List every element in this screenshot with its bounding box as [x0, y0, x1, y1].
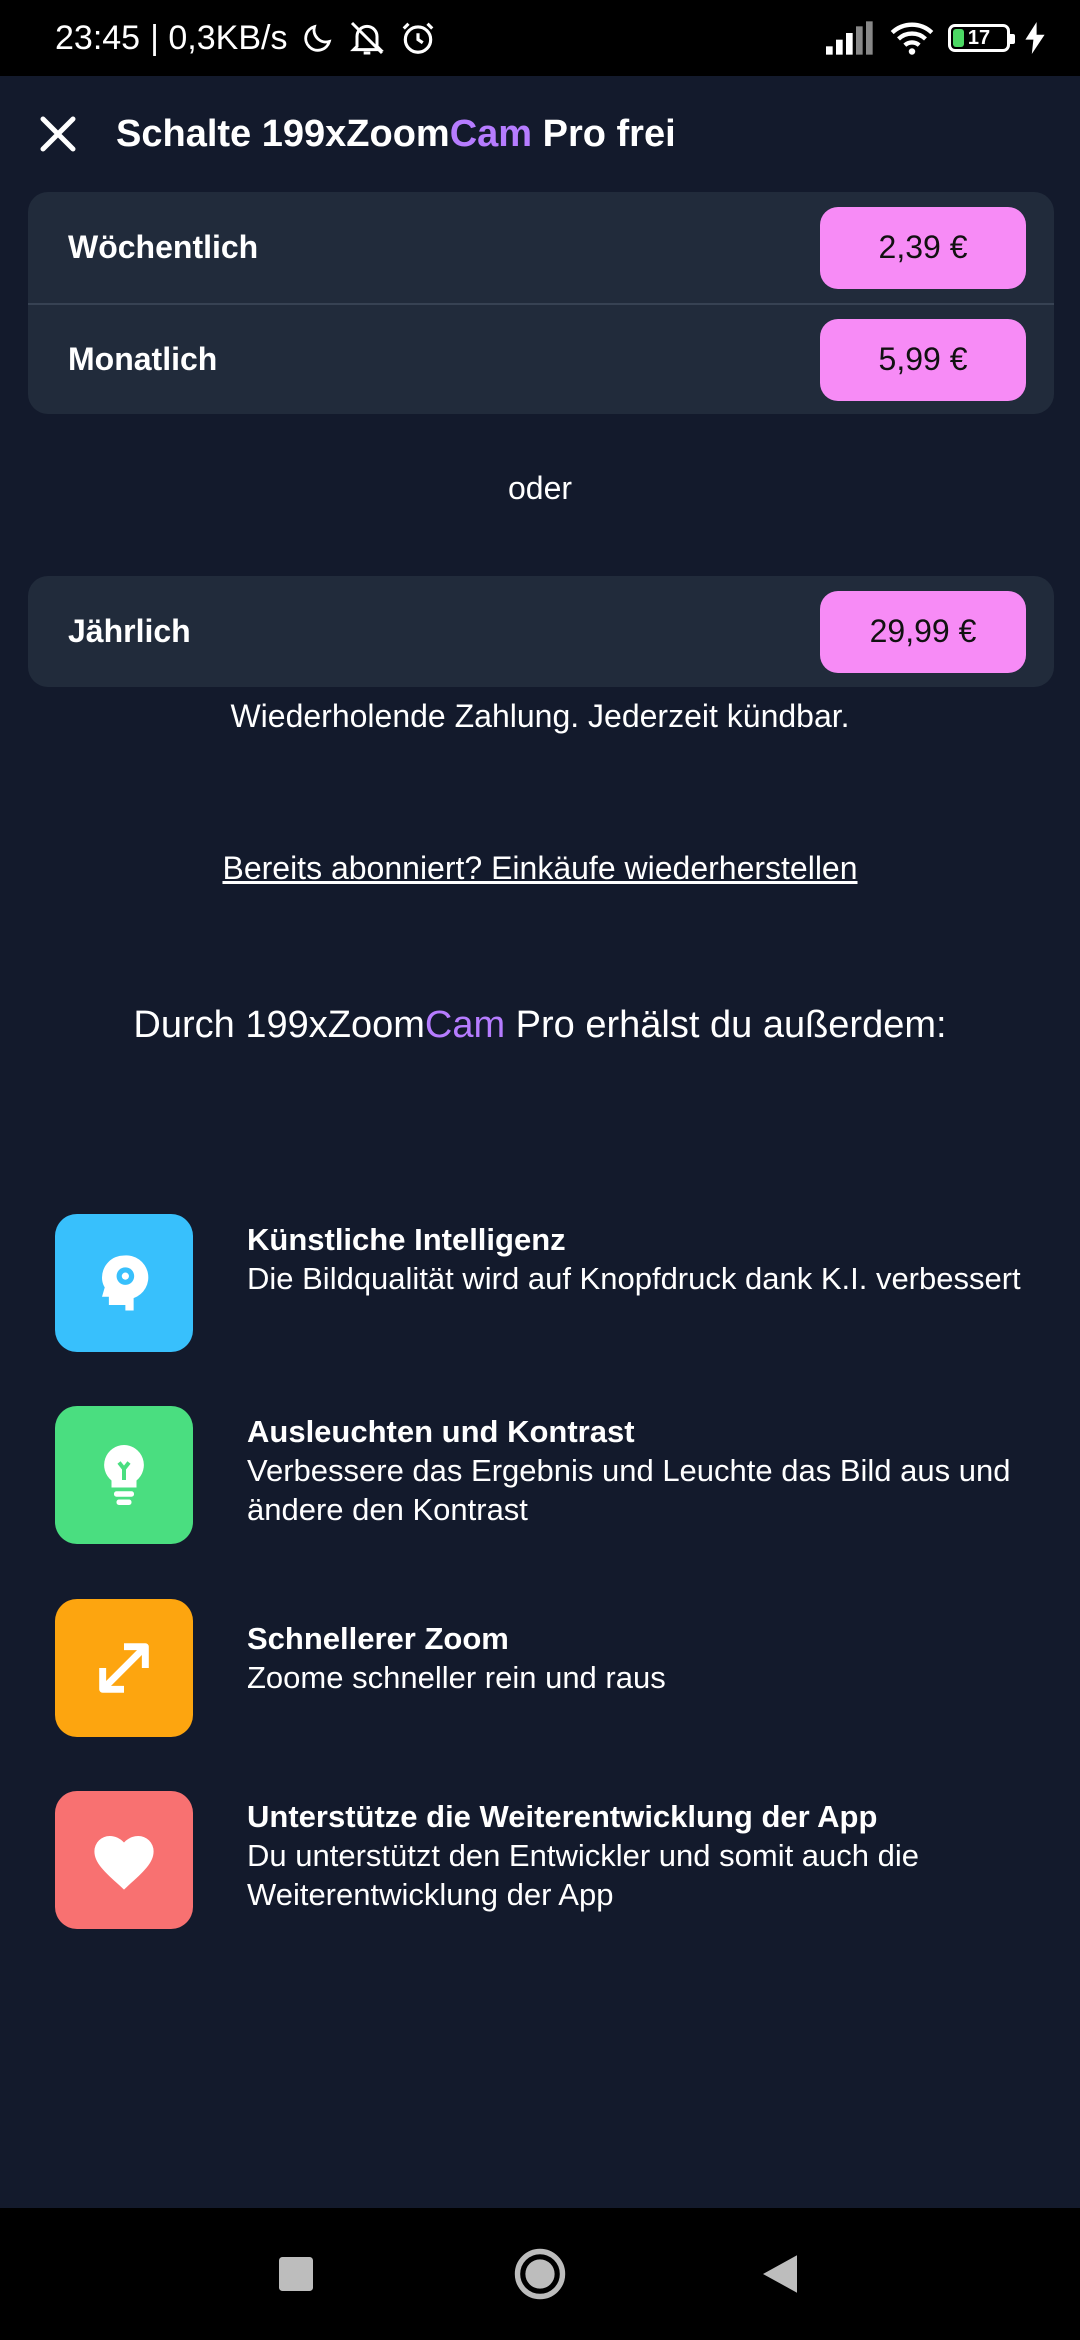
feature-title: Ausleuchten und Kontrast: [247, 1414, 635, 1449]
restore-purchases-link[interactable]: Bereits abonniert? Einkäufe wiederherste…: [0, 850, 1080, 887]
status-bar: 23:45 | 0,3KB/s 17: [0, 0, 1080, 76]
feature-icon-box: [55, 1791, 193, 1929]
plan-weekly[interactable]: Wöchentlich 2,39 €: [28, 192, 1054, 303]
alarm-icon: [403, 22, 434, 54]
plan-yearly[interactable]: Jährlich 29,99 €: [28, 576, 1054, 687]
feature-title: Künstliche Intelligenz: [247, 1222, 566, 1257]
feature-title: Unterstütze die Weiterentwicklung der Ap…: [247, 1799, 878, 1834]
feature-icon-box: [55, 1214, 193, 1352]
feature-ai: Künstliche Intelligenz Die Bildqualität …: [55, 1214, 1065, 1354]
price-button-yearly[interactable]: 29,99 €: [820, 590, 1026, 673]
feature-description: Die Bildqualität wird auf Knopfdruck dan…: [247, 1261, 1021, 1296]
heart-icon: [94, 1836, 154, 1890]
feature-icon-box: [55, 1599, 193, 1737]
benefits-heading: Durch 199xZoomCam Pro erhälst du außerde…: [133, 1004, 947, 1046]
feature-description: Zoome schneller rein und raus: [247, 1660, 666, 1695]
recurring-note: Wiederholende Zahlung. Jederzeit kündbar…: [230, 698, 850, 734]
page-title: Schalte 199xZoomCam Pro frei: [116, 112, 676, 155]
signal-icon: [826, 21, 873, 55]
moon-icon: [304, 24, 332, 52]
status-time: 23:45: [55, 18, 141, 57]
close-icon: [40, 116, 76, 152]
triangle-back-icon: [763, 2255, 797, 2293]
feature-title: Schnellerer Zoom: [247, 1621, 509, 1656]
plan-name: Jährlich: [68, 613, 191, 649]
or-separator: oder: [507, 470, 573, 506]
feature-zoom: Schnellerer Zoom Zoome schneller rein un…: [55, 1599, 1065, 1739]
price-button-monthly[interactable]: 5,99 €: [820, 318, 1026, 401]
header: Schalte 199xZoomCam Pro frei: [0, 76, 1080, 192]
feature-lighting: Ausleuchten und Kontrast Verbessere das …: [55, 1406, 1065, 1546]
feature-support: Unterstütze die Weiterentwicklung der Ap…: [55, 1791, 1065, 1931]
plan-name: Monatlich: [68, 341, 218, 377]
plans-card: Wöchentlich 2,39 € Monatlich 5,99 €: [28, 192, 1054, 414]
back-button[interactable]: [720, 2208, 840, 2340]
feature-icon-box: [55, 1406, 193, 1544]
battery-level: 17: [967, 26, 991, 49]
home-button[interactable]: [480, 2208, 600, 2340]
square-icon: [279, 2257, 313, 2291]
feature-description: Du unterstützt den Entwickler und somit …: [247, 1838, 920, 1912]
network-speed: | 0,3KB/s: [150, 18, 288, 57]
yearly-card: Jährlich 29,99 €: [28, 576, 1054, 687]
circle-icon: [514, 2248, 566, 2300]
battery-icon: 17: [948, 24, 1015, 52]
navigation-bar: [0, 2208, 1080, 2340]
price-button-weekly[interactable]: 2,39 €: [820, 206, 1026, 289]
ai-head-icon: [102, 1255, 149, 1311]
bell-muted-icon: [350, 21, 385, 55]
expand-arrows-icon: [99, 1643, 149, 1693]
recents-button[interactable]: [236, 2208, 356, 2340]
lightbulb-icon: [104, 1445, 144, 1505]
plan-monthly[interactable]: Monatlich 5,99 €: [28, 303, 1054, 414]
wifi-icon: [890, 22, 934, 55]
feature-description: Verbessere das Ergebnis und Leuchte das …: [247, 1453, 1011, 1527]
plan-name: Wöchentlich: [68, 229, 259, 265]
charging-bolt-icon: [1025, 22, 1045, 54]
close-button[interactable]: [28, 104, 88, 164]
